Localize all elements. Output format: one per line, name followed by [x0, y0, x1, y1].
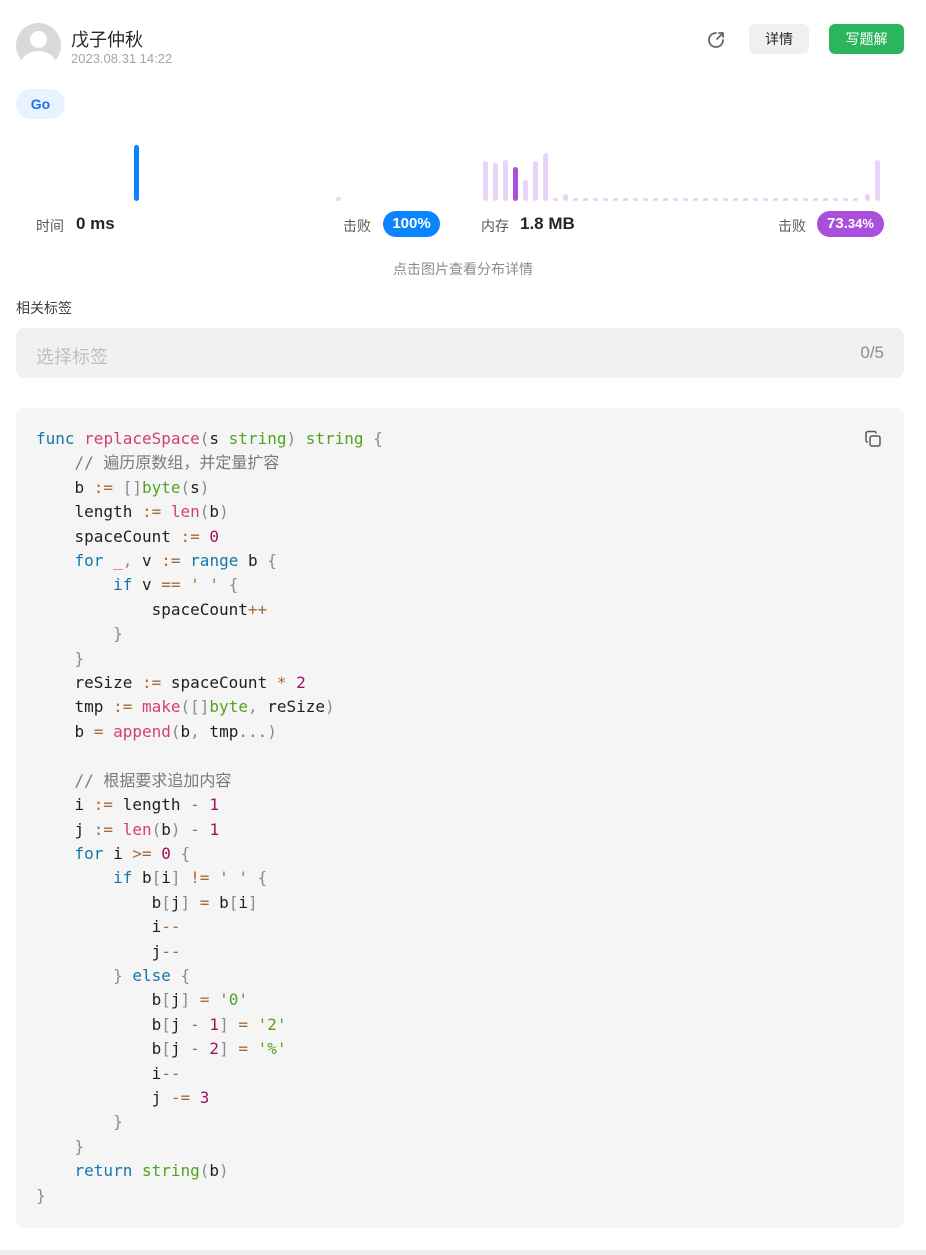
memory-bar [713, 198, 718, 201]
memory-bar [783, 198, 788, 201]
memory-bar [593, 198, 598, 201]
memory-bar [673, 198, 678, 201]
memory-bar [843, 198, 848, 201]
divider [0, 1250, 926, 1255]
runtime-beat-label: 击败 [343, 218, 371, 234]
write-solution-button[interactable]: 写题解 [829, 24, 904, 54]
tag-select-placeholder: 选择标签 [36, 347, 108, 367]
distribution-hint[interactable]: 点击图片查看分布详情 [0, 259, 926, 279]
memory-beat-int: 73. [827, 215, 848, 232]
memory-bar [553, 198, 558, 201]
memory-bar [803, 198, 808, 201]
memory-bar [533, 161, 538, 201]
memory-bar [703, 198, 708, 201]
memory-bar [723, 198, 728, 201]
memory-bar [823, 198, 828, 201]
memory-bar [493, 163, 498, 201]
memory-bar [573, 198, 578, 201]
memory-bar [865, 194, 870, 201]
memory-bar [833, 198, 838, 201]
memory-bar [763, 198, 768, 201]
memory-bar [793, 198, 798, 201]
distribution-chart[interactable] [16, 130, 904, 210]
avatar-body-shape [21, 51, 56, 68]
runtime-beat-badge: 100% [383, 211, 440, 237]
memory-bar [583, 198, 588, 201]
tag-count: 0/5 [860, 343, 884, 362]
runtime-label: 时间 [36, 218, 64, 234]
memory-bar [483, 161, 488, 201]
memory-bar [623, 198, 628, 201]
memory-bar [875, 160, 880, 201]
tag-select[interactable]: 选择标签 0/5 [16, 328, 904, 378]
solution-header: 戊子仲秋 2023.08.31 14:22 详情 写题解 [16, 20, 904, 70]
memory-bar [633, 198, 638, 201]
memory-bar [733, 198, 738, 201]
memory-beat-dec: 34% [847, 216, 874, 231]
memory-bar [743, 198, 748, 201]
memory-bar [683, 198, 688, 201]
language-tag[interactable]: Go [16, 89, 65, 119]
tags-label: 相关标签 [16, 300, 72, 316]
detail-button[interactable]: 详情 [749, 24, 809, 54]
share-icon[interactable] [706, 30, 726, 50]
code-content[interactable]: func replaceSpace(s string) string { // … [36, 427, 383, 1208]
memory-bar-current [513, 167, 518, 201]
code-block: func replaceSpace(s string) string { // … [16, 408, 904, 1228]
memory-bar [563, 194, 568, 201]
memory-distribution-bars [483, 153, 880, 201]
memory-bar [653, 198, 658, 201]
memory-bar [773, 198, 778, 201]
memory-bar [853, 198, 858, 201]
memory-bar [753, 198, 758, 201]
memory-label: 内存 [481, 218, 509, 234]
memory-bar [523, 180, 528, 201]
copy-icon[interactable] [864, 430, 882, 448]
memory-value: 1.8 MB [520, 214, 575, 233]
memory-bar [603, 198, 608, 201]
runtime-bar-other [336, 197, 341, 201]
runtime-value: 0 ms [76, 214, 115, 233]
memory-bar [503, 160, 508, 201]
memory-beat-badge: 73.34% [817, 211, 884, 237]
submission-timestamp: 2023.08.31 14:22 [71, 51, 173, 66]
avatar-head-shape [30, 31, 47, 48]
memory-bar [543, 153, 548, 201]
memory-beat-label: 击败 [778, 218, 806, 234]
memory-bar [663, 198, 668, 201]
username[interactable]: 戊子仲秋 [71, 26, 143, 52]
memory-bar [643, 198, 648, 201]
memory-bar [613, 198, 618, 201]
avatar[interactable] [16, 23, 61, 68]
memory-bar [813, 198, 818, 201]
runtime-bar-current [134, 145, 139, 201]
memory-bar [693, 198, 698, 201]
